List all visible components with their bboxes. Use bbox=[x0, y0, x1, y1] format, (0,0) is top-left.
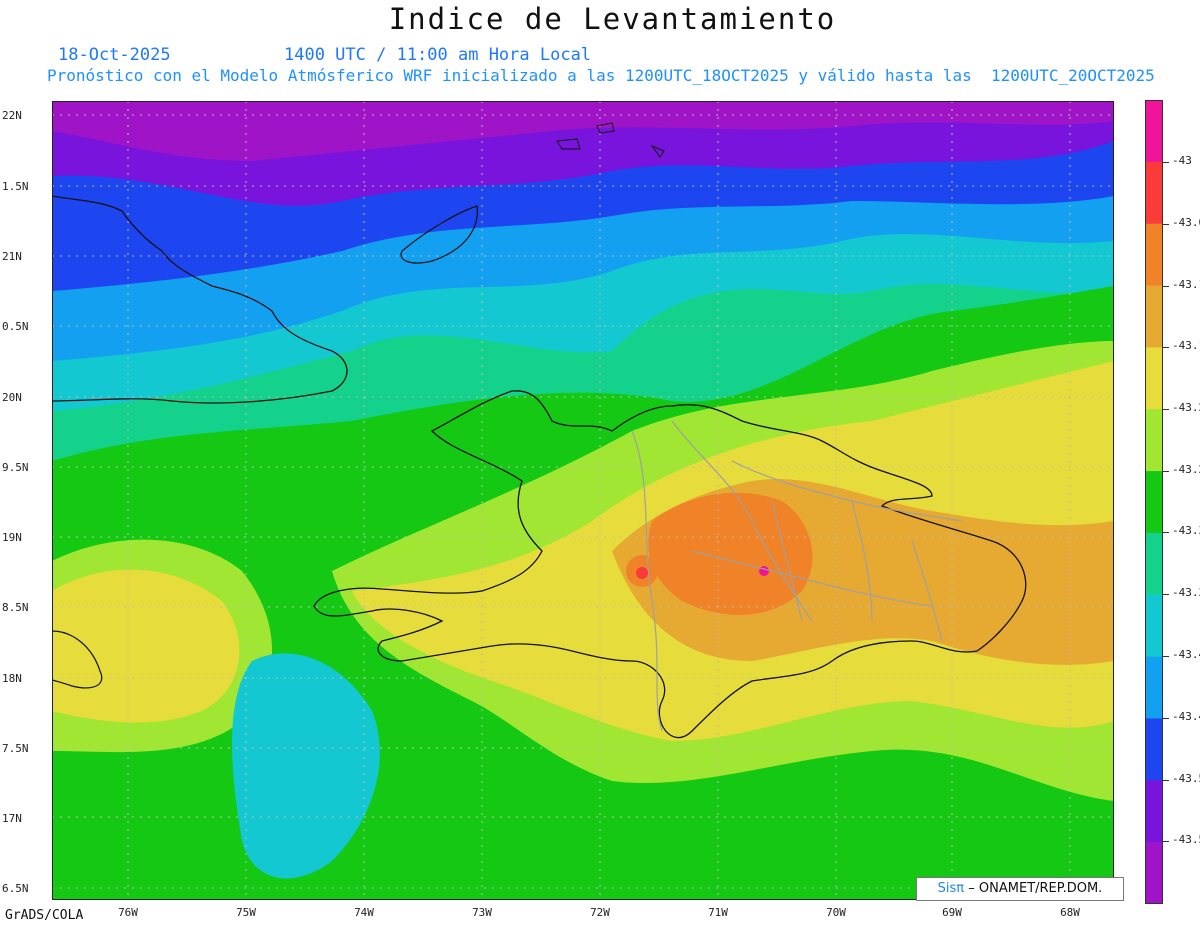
colorbar-label: -43.2 bbox=[1172, 463, 1200, 476]
colorbar-swatch bbox=[1145, 532, 1163, 596]
colorbar-tick bbox=[1163, 224, 1169, 225]
colorbar-swatch bbox=[1145, 718, 1163, 781]
colorbar-tick bbox=[1163, 409, 1169, 410]
contour-red-spot bbox=[636, 567, 648, 579]
colorbar-swatch bbox=[1145, 223, 1163, 287]
colorbar-label: -43.4 bbox=[1172, 648, 1200, 661]
chart-title: Indice de Levantamiento bbox=[388, 2, 837, 36]
colorbar-tick bbox=[1163, 286, 1169, 287]
colorbar-swatch bbox=[1145, 594, 1163, 658]
colorbar bbox=[1145, 100, 1163, 904]
lon-label: 68W bbox=[1060, 906, 1080, 919]
colorbar-label: -43.1 bbox=[1172, 278, 1200, 291]
colorbar-swatch bbox=[1145, 347, 1163, 410]
lat-label: 8.5N bbox=[2, 601, 29, 614]
colorbar-swatch bbox=[1145, 780, 1163, 843]
lat-label: 7.5N bbox=[2, 742, 29, 755]
contour-max-spot bbox=[759, 566, 769, 576]
colorbar-swatch bbox=[1145, 471, 1163, 534]
lat-label: 21N bbox=[2, 250, 22, 263]
colorbar-label: -43.4 bbox=[1172, 710, 1200, 723]
colorbar-swatch bbox=[1145, 100, 1163, 163]
colorbar-swatch bbox=[1145, 285, 1163, 348]
colorbar-label: -43.0 bbox=[1172, 216, 1200, 229]
colorbar-swatch bbox=[1145, 409, 1163, 472]
software-credit: GrADS/COLA bbox=[5, 908, 84, 923]
colorbar-tick bbox=[1163, 471, 1169, 472]
colorbar-tick bbox=[1163, 656, 1169, 657]
sistemas-logo: Sisπ – ONAMET/REP.DOM. bbox=[916, 877, 1124, 901]
lon-label: 76W bbox=[118, 906, 138, 919]
lat-label: 20N bbox=[2, 391, 22, 404]
colorbar-tick bbox=[1163, 594, 1169, 595]
logo-credit: – ONAMET/REP.DOM. bbox=[968, 881, 1103, 896]
colorbar-tick bbox=[1163, 162, 1169, 163]
lat-label: 18N bbox=[2, 672, 22, 685]
lon-label: 74W bbox=[354, 906, 374, 919]
colorbar-tick bbox=[1163, 718, 1169, 719]
lifted-index-map bbox=[52, 101, 1114, 900]
colorbar-label: -43.5 bbox=[1172, 833, 1200, 846]
lon-label: 72W bbox=[590, 906, 610, 919]
lon-label: 69W bbox=[942, 906, 962, 919]
lat-label: 22N bbox=[2, 109, 22, 122]
colorbar-label: -43.3 bbox=[1172, 524, 1200, 537]
colorbar-label: -43.3 bbox=[1172, 586, 1200, 599]
colorbar-swatch bbox=[1145, 842, 1163, 904]
colorbar-swatch bbox=[1145, 656, 1163, 719]
lat-label: 1.5N bbox=[2, 180, 29, 193]
lat-label: 9.5N bbox=[2, 461, 29, 474]
lon-label: 71W bbox=[708, 906, 728, 919]
colorbar-label: -43.5 bbox=[1172, 772, 1200, 785]
lon-label: 75W bbox=[236, 906, 256, 919]
colorbar-label: -43.1 bbox=[1172, 339, 1200, 352]
lat-label: 0.5N bbox=[2, 320, 29, 333]
colorbar-tick bbox=[1163, 532, 1169, 533]
colorbar-label: -43.2 bbox=[1172, 401, 1200, 414]
lon-label: 70W bbox=[826, 906, 846, 919]
colorbar-swatch bbox=[1145, 161, 1163, 225]
colorbar-tick bbox=[1163, 780, 1169, 781]
colorbar-label: -43 bbox=[1172, 154, 1192, 167]
colorbar-tick bbox=[1163, 347, 1169, 348]
lat-label: 17N bbox=[2, 812, 22, 825]
forecast-time: 1400 UTC / 11:00 am Hora Local bbox=[284, 45, 592, 65]
colorbar-tick bbox=[1163, 841, 1169, 842]
logo-prefix: Sisπ bbox=[937, 881, 965, 896]
forecast-date: 18-Oct-2025 bbox=[58, 45, 171, 65]
lat-label: 19N bbox=[2, 531, 22, 544]
lat-label: 6.5N bbox=[2, 882, 29, 895]
lon-label: 73W bbox=[472, 906, 492, 919]
forecast-subtitle: Pronóstico con el Modelo Atmósferico WRF… bbox=[47, 66, 1155, 85]
